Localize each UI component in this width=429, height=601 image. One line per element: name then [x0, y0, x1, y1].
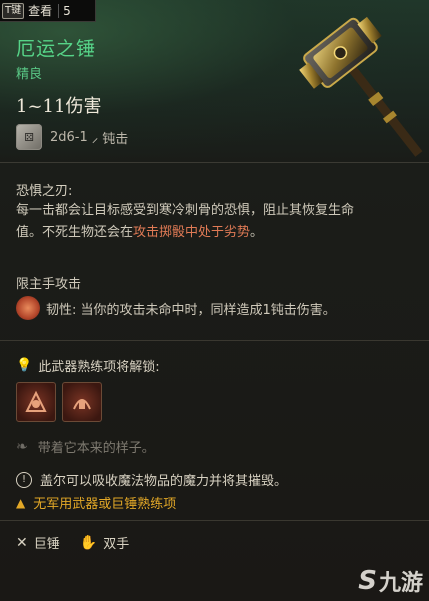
watermark-logo: S 九游 — [358, 565, 423, 597]
dice-row: ⚄ 2d6-1 ⸝ 钝击 — [16, 124, 128, 150]
unlock-title: 此武器熟练项将解锁: — [38, 360, 160, 375]
key-hint-bar: T键 查看 5 — [0, 0, 96, 22]
item-damage: 1~11伤害 — [16, 96, 102, 117]
feather-icon: ❧ — [16, 438, 28, 455]
toughness-desc: 当你的攻击未命中时，同样造成1钝击伤害。 — [80, 302, 336, 318]
unlock-row: 💡 此武器熟练项将解锁: — [16, 356, 160, 375]
watermark-s: S — [358, 566, 377, 596]
watermark-text: 九游 — [378, 571, 423, 596]
view-label[interactable]: 查看 — [28, 2, 52, 19]
tag-row: ✕ 巨锤 ✋ 双手 — [16, 533, 143, 553]
skill-row — [16, 382, 102, 422]
toughness-label: 韧性: — [46, 302, 77, 318]
toughness-row: 韧性: 当你的攻击未命中时，同样造成1钝击伤害。 — [16, 296, 336, 320]
warning-text: 无军用武器或巨锤熟练项 — [33, 497, 177, 512]
toughness-text: 韧性: 当你的攻击未命中时，同样造成1钝击伤害。 — [46, 299, 336, 318]
handedness-tag: 双手 — [103, 537, 130, 552]
flavor-text: 带着它本来的样子。 — [37, 441, 155, 456]
dice-icon: ⚄ — [16, 124, 42, 150]
crossed-weapons-icon: ✕ — [16, 534, 28, 551]
item-rarity: 精良 — [16, 67, 43, 82]
passive-desc-end: 。 — [250, 225, 264, 240]
divider — [0, 520, 429, 521]
item-count: 5 — [58, 3, 71, 18]
toughness-icon — [16, 296, 40, 320]
passive-description: 每一击都会让目标感受到寒冷刺骨的恐惧，阻止其恢复生命值。不死生物还会在攻击掷骰中… — [16, 200, 376, 244]
exclamation-icon: ! — [16, 471, 32, 488]
flavor-row: ❧ 带着它本来的样子。 — [16, 437, 155, 457]
hand-icon: ✋ — [79, 534, 98, 551]
warning-icon: ▲ — [16, 495, 26, 510]
restriction-text: 限主手攻击 — [16, 277, 82, 292]
passive-title: 恐惧之刃: — [16, 184, 73, 199]
lightbulb-icon: 💡 — [16, 358, 33, 373]
damage-type: 钝击 — [102, 131, 129, 147]
item-name: 厄运之锤 — [16, 38, 97, 60]
skill-brutal-icon[interactable] — [16, 382, 56, 422]
bludgeoning-icon: ⸝ — [91, 131, 99, 146]
warhammer-icon — [299, 16, 423, 157]
dice-formula: 2d6-1 — [50, 129, 88, 145]
item-tooltip: T键 查看 5 厄运之锤 精良 1~11伤害 ⚄ 2d6-1 ⸝ 钝击 恐惧之刃… — [0, 0, 429, 601]
special-text: 盖尔可以吸收魔法物品的魔力并将其摧毁。 — [40, 474, 288, 489]
weapon-type-tag: 巨锤 — [33, 537, 60, 552]
special-row: ! 盖尔可以吸收魔法物品的魔力并将其摧毁。 — [16, 470, 287, 489]
warning-row: ▲ 无军用武器或巨锤熟练项 — [16, 493, 177, 513]
skill-topple-icon[interactable] — [62, 382, 102, 422]
divider — [0, 340, 429, 341]
passive-desc-highlight[interactable]: 攻击掷骰中处于劣势 — [133, 225, 250, 240]
t-key-cap: T键 — [2, 2, 25, 19]
